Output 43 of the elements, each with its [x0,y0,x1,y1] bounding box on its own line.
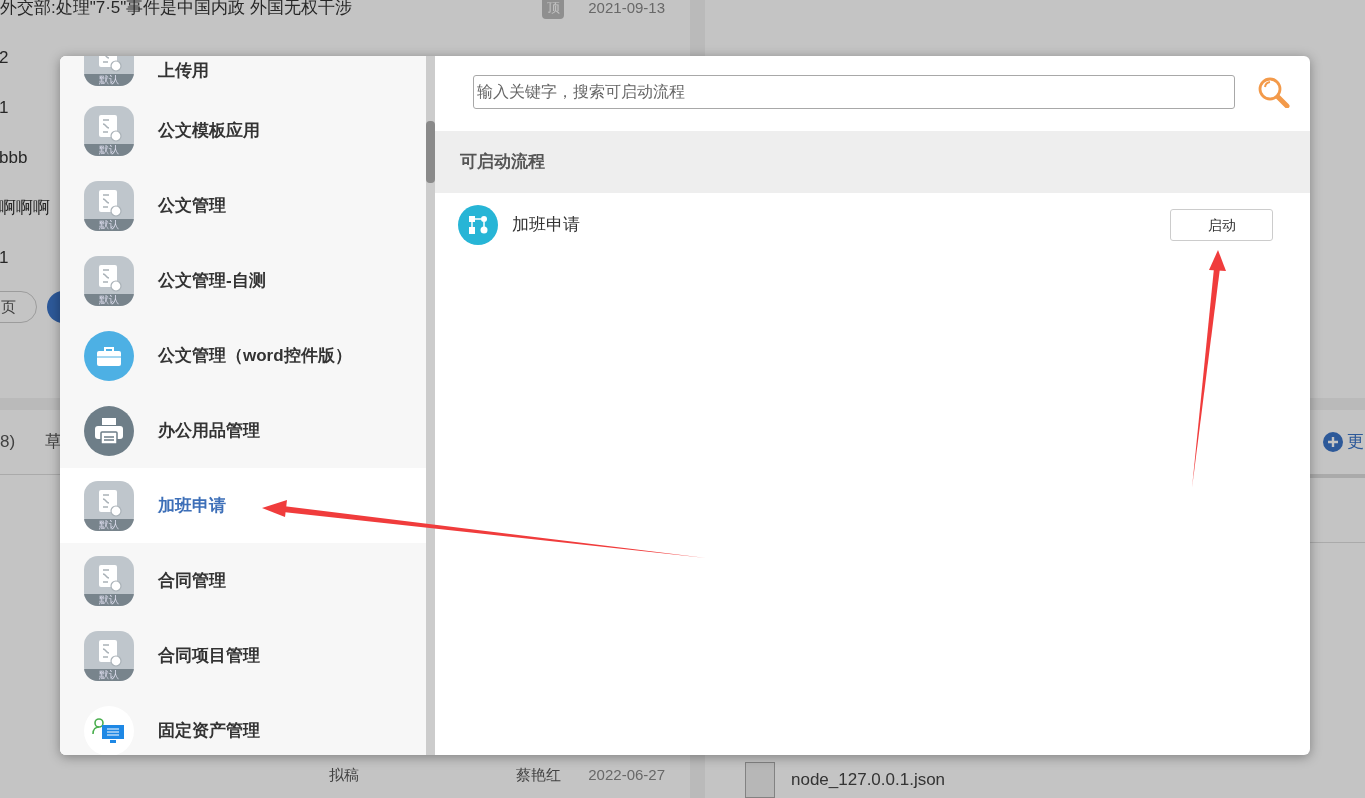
category-item[interactable]: 默认 加班申请 [60,468,426,543]
default-badge: 默认 [84,668,134,681]
type-text: 拟稿 [329,765,359,786]
category-label: 公文模板应用 [158,119,260,142]
section-title: 可启动流程 [460,151,545,174]
category-label: 合同项目管理 [158,644,260,667]
process-name: 加班申请 [512,214,580,237]
list-item-title[interactable]: bbb [0,145,28,171]
default-badge: 默认 [84,518,134,531]
user-monitor-icon [84,705,134,755]
list-item-title[interactable]: 啊啊啊 [0,195,50,221]
category-label: 固定资产管理 [158,719,260,742]
default-badge: 默认 [84,293,134,306]
author-text: 蔡艳红 [516,765,561,786]
search-field[interactable]: 输入关键字，搜索可启动流程 [473,75,1235,109]
category-label: 上传用 [158,60,209,82]
list-item-title[interactable]: 1 [0,245,9,271]
list-item-title[interactable]: 2 [0,45,9,71]
category-label: 公文管理-自测 [158,269,266,292]
default-badge: 默认 [84,218,134,231]
category-label: 加班申请 [158,494,226,517]
list-item-title[interactable]: 1 [0,95,9,121]
add-icon[interactable] [1323,432,1343,452]
search-icon[interactable] [1257,76,1291,108]
scrollbar-thumb[interactable] [426,121,435,183]
flow-icon [458,205,498,245]
category-label: 公文管理 [158,194,226,217]
printer-icon [84,405,134,456]
date-text: 2022-06-27 [588,765,665,786]
default-badge: 默认 [84,593,134,606]
default-badge: 默认 [84,143,134,156]
default-badge: 默认 [84,74,134,86]
start-button[interactable]: 启动 [1170,209,1273,241]
category-label: 合同管理 [158,569,226,592]
toolbox-icon [84,330,134,381]
category-label: 公文管理（word控件版） [158,344,352,367]
file-name[interactable]: node_127.0.0.1.json [791,766,946,792]
more-link[interactable]: 更 [1347,429,1364,455]
tab-label[interactable]: 草 [45,429,63,455]
category-label: 办公用品管理 [158,419,260,442]
date-text: 2021-09-13 [588,0,665,18]
tab-count: 8) [0,431,16,454]
file-icon [745,762,775,798]
